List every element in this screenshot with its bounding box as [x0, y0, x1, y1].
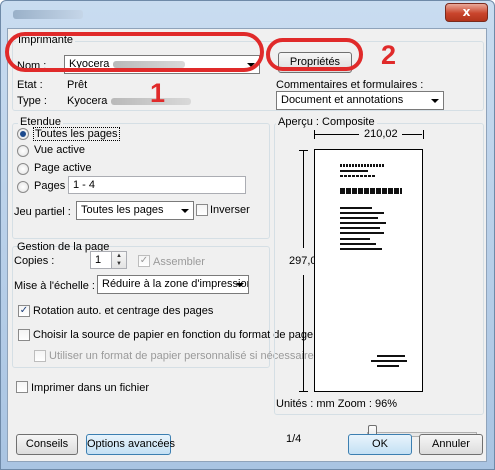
- paper-source-label[interactable]: Choisir la source de papier en fonction …: [33, 329, 313, 341]
- preview-group-title: Aperçu : Composite: [276, 116, 377, 128]
- preview-text-line: [340, 232, 384, 234]
- annotation-marker-1: 1: [150, 78, 166, 108]
- print-to-file-label[interactable]: Imprimer dans un fichier: [31, 382, 149, 394]
- units-zoom-label: Unités : mm Zoom : 96%: [276, 398, 398, 410]
- preview-title-bar: [340, 188, 402, 194]
- width-dimension-right-tick: [423, 130, 424, 139]
- preview-text-line: [340, 227, 380, 229]
- width-dimension-line-right: [402, 134, 422, 135]
- height-dimension-line-top: [303, 150, 304, 248]
- chevron-down-icon: [236, 283, 244, 287]
- comments-forms-select[interactable]: Document et annotations: [276, 91, 444, 110]
- chevron-down-icon: [181, 209, 189, 213]
- printer-state-value: Prêt: [67, 79, 88, 91]
- window-title-blurred: [13, 10, 83, 19]
- preview-text-line: [340, 238, 370, 240]
- comments-forms-label: Commentaires et formulaires :: [276, 79, 424, 91]
- annotation-highlight-properties: [266, 38, 363, 71]
- annotation-highlight-printer: [5, 32, 264, 72]
- preview-text-line: [340, 212, 384, 214]
- custom-paper-checkbox[interactable]: [34, 350, 46, 362]
- current-view-label[interactable]: Vue active: [34, 144, 85, 156]
- advanced-options-button[interactable]: Options avancées: [86, 434, 175, 455]
- copies-label: Copies :: [14, 255, 55, 267]
- preview-text-line: [340, 248, 382, 250]
- preview-header-line: [340, 164, 384, 167]
- copies-spinner[interactable]: ▲ ▼: [111, 251, 127, 269]
- pages-range-input[interactable]: 1 - 4: [68, 176, 246, 194]
- preview-footer-line: [371, 360, 407, 362]
- preview-footer-line: [377, 355, 405, 357]
- auto-rotate-checkbox[interactable]: ✓: [18, 305, 30, 317]
- preview-subheader-line: [340, 170, 368, 172]
- title-bar: x: [1, 1, 494, 29]
- width-dimension-line-left: [314, 134, 359, 135]
- reverse-checkbox[interactable]: [196, 204, 208, 216]
- annotation-marker-2: 2: [381, 40, 397, 70]
- current-page-label[interactable]: Page active: [34, 162, 91, 174]
- subset-value: Toutes les pages: [81, 204, 164, 216]
- printer-type-value: Kyocera: [67, 95, 192, 107]
- pages-radio[interactable]: [17, 181, 29, 193]
- preview-text-line: [340, 222, 386, 224]
- page-preview: [314, 149, 423, 392]
- all-pages-label[interactable]: Toutes les pages: [33, 127, 120, 141]
- preview-text-line: [340, 217, 378, 219]
- scaling-label: Mise à l'échelle :: [14, 280, 95, 292]
- height-dimension-line-bottom: [303, 275, 304, 391]
- print-to-file-checkbox[interactable]: [16, 381, 28, 393]
- preview-text-line: [340, 243, 376, 245]
- page-width-value: 210,02: [364, 128, 398, 140]
- comments-forms-value: Document et annotations: [281, 94, 404, 106]
- preview-subheader-line: [340, 175, 376, 177]
- chevron-down-icon: [431, 99, 439, 103]
- cancel-button[interactable]: Annuler: [419, 434, 483, 455]
- pages-label[interactable]: Pages: [34, 180, 65, 192]
- ok-button[interactable]: OK: [348, 434, 412, 455]
- all-pages-radio[interactable]: [17, 128, 29, 140]
- current-view-radio[interactable]: [17, 145, 29, 157]
- collate-label: Assembler: [153, 256, 205, 268]
- close-button[interactable]: x: [445, 3, 488, 22]
- scaling-select[interactable]: Réduire à la zone d'impression: [97, 275, 249, 294]
- subset-select[interactable]: Toutes les pages: [76, 201, 194, 220]
- printer-state-label: Etat :: [17, 79, 43, 91]
- printer-type-label: Type :: [17, 95, 47, 107]
- height-dimension-bottom-tick: [299, 391, 308, 392]
- collate-checkbox[interactable]: ✓: [138, 255, 150, 267]
- dialog-client-area: Imprimante Nom : Kyocera Etat : Prêt Typ…: [7, 28, 487, 462]
- scaling-value: Réduire à la zone d'impression: [102, 278, 249, 290]
- subset-label: Jeu partiel :: [14, 206, 71, 218]
- paper-source-checkbox[interactable]: [18, 329, 30, 341]
- current-page-radio[interactable]: [17, 163, 29, 175]
- reverse-label[interactable]: Inverser: [210, 204, 250, 216]
- tips-button[interactable]: Conseils: [16, 434, 78, 455]
- preview-footer-line: [377, 365, 399, 367]
- preview-text-line: [340, 207, 372, 209]
- page-indicator: 1/4: [286, 433, 302, 445]
- auto-rotate-label[interactable]: Rotation auto. et centrage des pages: [33, 305, 213, 317]
